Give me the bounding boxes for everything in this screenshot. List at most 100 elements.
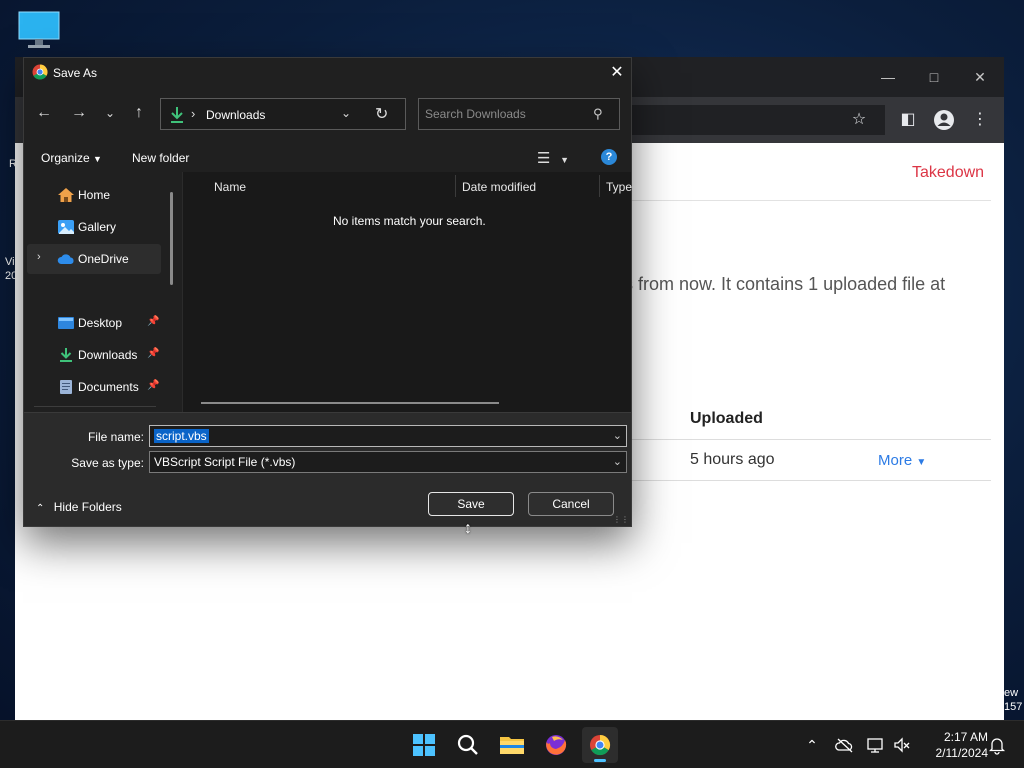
more-label: More <box>878 452 913 469</box>
file-name-label: File name: <box>87 430 144 444</box>
document-icon <box>60 380 72 394</box>
onedrive-tray-icon[interactable] <box>835 735 855 755</box>
organize-menu[interactable]: Organize ▼ <box>41 151 102 165</box>
nav-scrollbar[interactable] <box>170 192 173 285</box>
start-windows-icon[interactable] <box>406 727 442 763</box>
desktop-edge-text: Vi <box>5 256 15 268</box>
file-list: Name Date modified Type No items match y… <box>182 172 632 412</box>
nav-label: Desktop <box>78 316 123 330</box>
save-options-panel: File name: script.vbs ⌄ Save as type: VB… <box>24 412 631 526</box>
dialog-title: Save As <box>53 66 98 80</box>
home-icon <box>58 188 74 202</box>
nav-item-documents[interactable]: Documents 📌 <box>27 372 161 402</box>
clock-date: 2/11/2024 <box>935 746 989 760</box>
cancel-button[interactable]: Cancel <box>528 492 614 516</box>
chrome-taskbar-button[interactable] <box>582 727 618 763</box>
nav-label: OneDrive <box>78 252 129 266</box>
upload-description: ys from now. It contains 1 uploaded file… <box>615 274 946 294</box>
file-explorer-icon[interactable] <box>494 727 530 763</box>
maximize-icon[interactable]: □ <box>922 65 946 89</box>
save-as-type-label: Save as type: <box>71 456 144 470</box>
gallery-icon <box>58 220 74 234</box>
show-hidden-icons-chevron-icon[interactable]: ⌃ <box>802 735 822 755</box>
column-header-type[interactable]: Type <box>606 180 632 194</box>
menu-kebab-icon[interactable]: ⋮ <box>968 108 992 132</box>
forward-arrow-icon[interactable]: → <box>68 102 90 124</box>
refresh-icon[interactable]: ↻ <box>375 104 388 124</box>
nav-divider <box>34 406 156 407</box>
desktop-edge-text: ew <box>1004 687 1019 699</box>
uploaded-time: 5 hours ago <box>690 451 775 468</box>
file-name-input[interactable]: script.vbs <box>154 429 209 443</box>
chevron-down-icon[interactable]: ⌄ <box>613 429 622 442</box>
more-dropdown[interactable]: More ▼ <box>878 452 926 469</box>
download-arrow-icon <box>60 348 72 362</box>
active-app-indicator <box>594 759 606 762</box>
nav-item-home[interactable]: Home <box>27 180 161 210</box>
nav-label: Home <box>78 188 111 202</box>
onedrive-cloud-icon <box>57 254 74 264</box>
nav-item-desktop[interactable]: Desktop 📌 <box>27 308 161 338</box>
close-icon[interactable]: ✕ <box>968 65 992 89</box>
this-pc-icon[interactable] <box>16 10 62 50</box>
breadcrumb-downloads[interactable]: Downloads <box>206 108 265 122</box>
hide-folders-label: Hide Folders <box>53 500 122 514</box>
pin-icon[interactable]: 📌 <box>147 348 159 359</box>
chevron-up-icon: ⌃ <box>36 503 45 514</box>
pin-icon[interactable]: 📌 <box>147 316 159 327</box>
hide-folders-toggle[interactable]: ⌃ Hide Folders <box>36 500 122 514</box>
chrome-logo-icon <box>590 734 611 756</box>
resize-grip-icon[interactable]: ⋮⋮ <box>613 515 629 524</box>
column-header-date-modified[interactable]: Date modified <box>462 180 536 194</box>
column-separator[interactable] <box>599 175 600 197</box>
expand-chevron-icon[interactable]: › <box>37 251 41 263</box>
chevron-down-icon[interactable]: ⌄ <box>613 455 622 468</box>
back-arrow-icon[interactable]: ← <box>33 102 55 124</box>
save-as-type-select[interactable]: VBScript Script File (*.vbs) ⌄ <box>149 451 627 473</box>
volume-muted-icon[interactable] <box>892 735 912 755</box>
clock-time: 2:17 AM <box>943 730 988 744</box>
view-options-button[interactable]: ☰ ▼ <box>537 149 577 167</box>
address-breadcrumb[interactable]: › Downloads ⌄ ↻ <box>160 98 406 130</box>
nav-item-gallery[interactable]: Gallery <box>27 212 161 242</box>
caret-down-icon: ▼ <box>916 457 927 468</box>
network-icon[interactable] <box>866 735 886 755</box>
nav-item-onedrive[interactable]: › OneDrive <box>27 244 161 274</box>
horizontal-scrollbar[interactable] <box>201 402 499 404</box>
close-icon[interactable]: ✕ <box>606 62 628 84</box>
new-folder-button[interactable]: New folder <box>132 151 189 165</box>
list-view-icon: ☰ <box>537 150 551 167</box>
pin-icon[interactable]: 📌 <box>147 380 159 391</box>
chevron-down-icon[interactable]: ⌄ <box>341 106 351 120</box>
recent-locations-chevron-icon[interactable]: ⌄ <box>99 102 121 124</box>
divider <box>615 200 991 201</box>
dialog-titlebar[interactable]: Save As ✕ <box>24 58 631 88</box>
search-icon[interactable] <box>450 727 486 763</box>
column-header-name[interactable]: Name <box>214 180 246 194</box>
navigation-pane: Home Gallery › OneDrive Desktop 📌 Downlo… <box>24 172 181 412</box>
column-separator[interactable] <box>455 175 456 197</box>
resize-cursor-icon: ↕ <box>464 520 472 537</box>
notification-bell-icon[interactable] <box>987 735 1007 755</box>
bookmark-star-icon[interactable]: ☆ <box>847 108 871 132</box>
takedown-link[interactable]: Takedown <box>912 164 984 182</box>
file-name-field[interactable]: script.vbs ⌄ <box>149 425 627 447</box>
profile-avatar-icon[interactable] <box>932 108 956 132</box>
address-bar[interactable] <box>615 105 885 135</box>
search-input[interactable] <box>425 105 589 123</box>
help-icon[interactable]: ? <box>601 149 617 165</box>
nav-label: Gallery <box>78 220 117 234</box>
divider <box>615 480 991 481</box>
desktop-folder-icon <box>58 317 74 329</box>
save-button[interactable]: Save <box>428 492 514 516</box>
up-arrow-icon[interactable]: ↑ <box>128 102 150 124</box>
system-clock[interactable]: 2:17 AM 2/11/2024 <box>918 729 989 761</box>
side-panel-icon[interactable]: ◧ <box>896 108 920 132</box>
minimize-icon[interactable]: — <box>876 65 900 89</box>
chrome-logo-icon <box>32 64 48 80</box>
firefox-icon[interactable] <box>538 727 574 763</box>
nav-item-downloads[interactable]: Downloads 📌 <box>27 340 161 370</box>
search-box: ⚲ <box>418 98 620 130</box>
nav-label: Downloads <box>78 348 138 362</box>
breadcrumb-chevron-icon: › <box>191 106 196 121</box>
